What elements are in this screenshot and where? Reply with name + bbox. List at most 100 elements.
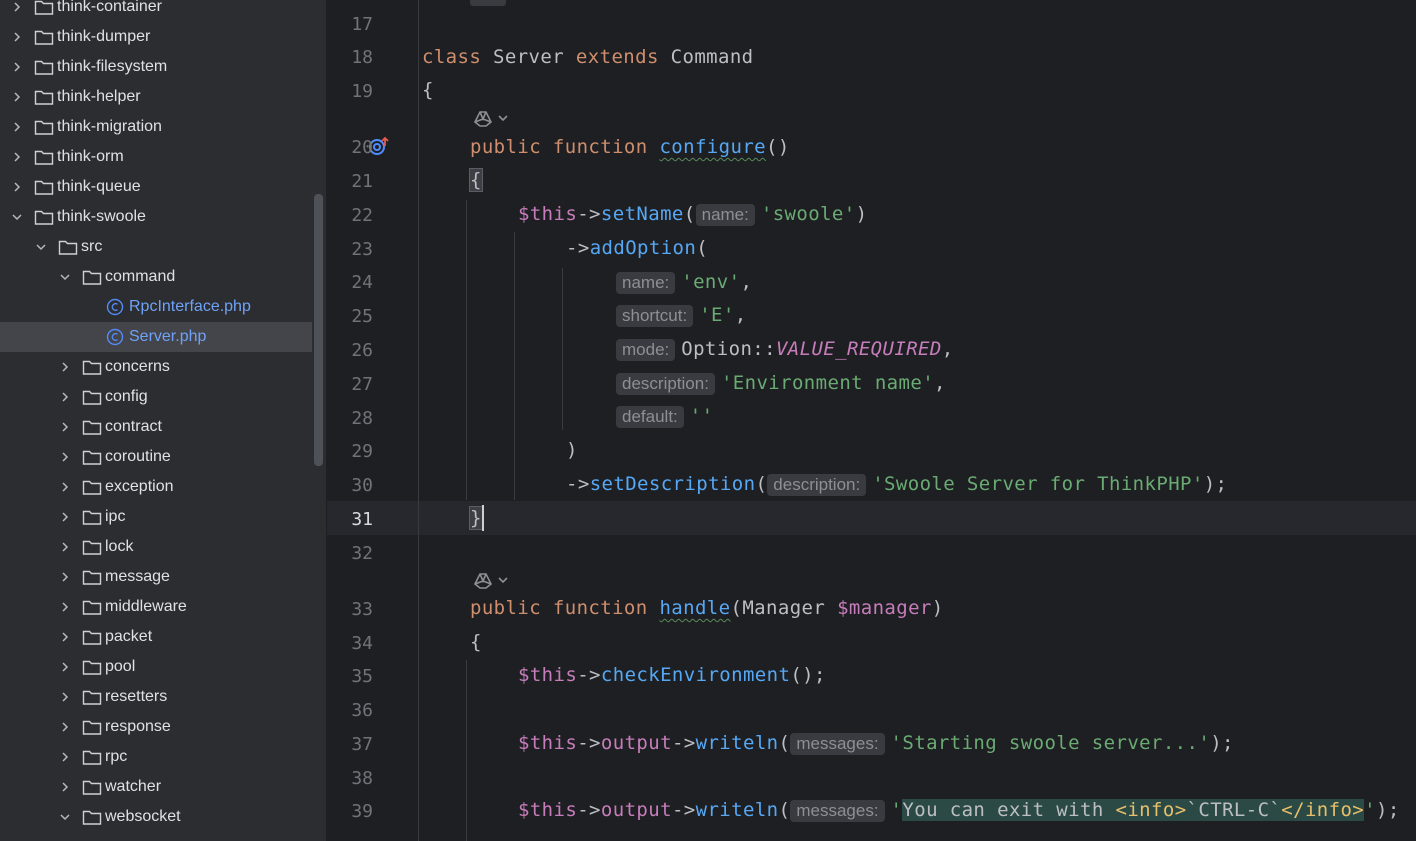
chevron-right-icon[interactable] bbox=[58, 570, 72, 584]
chevron-down-icon[interactable] bbox=[58, 810, 72, 824]
chevron-down-icon[interactable] bbox=[10, 210, 24, 224]
tree-item[interactable]: packet bbox=[0, 622, 312, 652]
sidebar-scrollbar[interactable] bbox=[314, 194, 323, 466]
chevron-right-icon[interactable] bbox=[58, 600, 72, 614]
tree-item-label: think-migration bbox=[57, 118, 162, 135]
tree-item[interactable]: response bbox=[0, 712, 312, 742]
code-line-21: { bbox=[469, 168, 483, 192]
chevron-right-icon[interactable] bbox=[10, 0, 24, 14]
type-name: Manager bbox=[742, 597, 838, 619]
tree-item[interactable]: exception bbox=[0, 472, 312, 502]
code-line-18: class Server extends Command bbox=[422, 46, 754, 68]
tree-item-label: think-dumper bbox=[57, 28, 151, 45]
chevron-right-icon[interactable] bbox=[58, 540, 72, 554]
tree-item[interactable]: RpcInterface.php bbox=[0, 292, 312, 322]
chevron-right-icon[interactable] bbox=[58, 480, 72, 494]
folder-icon bbox=[82, 628, 102, 646]
punct: -> bbox=[566, 237, 590, 259]
tree-item[interactable]: coroutine bbox=[0, 442, 312, 472]
tree-item[interactable]: concerns bbox=[0, 352, 312, 382]
line-number: 35 bbox=[351, 666, 373, 687]
method-name[interactable]: handle bbox=[659, 597, 730, 619]
tree-item[interactable]: contract bbox=[0, 412, 312, 442]
method-call[interactable]: setName bbox=[601, 203, 684, 225]
chevron-right-icon[interactable] bbox=[10, 60, 24, 74]
string: 'Environment name' bbox=[720, 372, 935, 394]
chevron-right-icon[interactable] bbox=[58, 780, 72, 794]
punct: ) bbox=[931, 597, 944, 619]
punct: ( bbox=[683, 203, 696, 225]
tree-item[interactable]: watcher bbox=[0, 772, 312, 802]
punct: ( bbox=[778, 732, 791, 754]
tree-item[interactable]: message bbox=[0, 562, 312, 592]
chevron-right-icon[interactable] bbox=[58, 390, 72, 404]
tree-item[interactable]: middleware bbox=[0, 592, 312, 622]
tree-item-label: think-filesystem bbox=[57, 58, 168, 75]
chevron-right-icon[interactable] bbox=[58, 750, 72, 764]
indent-guide bbox=[466, 200, 467, 500]
chevron-right-icon[interactable] bbox=[58, 360, 72, 374]
tree-item[interactable]: rpc bbox=[0, 742, 312, 772]
tree-item[interactable]: think-queue bbox=[0, 172, 312, 202]
line-number: 22 bbox=[351, 205, 373, 226]
method-call[interactable]: checkEnvironment bbox=[601, 664, 790, 686]
method-name[interactable]: configure bbox=[659, 136, 766, 158]
chevron-right-icon[interactable] bbox=[58, 720, 72, 734]
method-call[interactable]: addOption bbox=[590, 237, 697, 259]
code-line-37: $this->output->writeln(messages: 'Startin… bbox=[518, 732, 1234, 755]
ai-assistant-icon bbox=[473, 573, 493, 589]
code-line-25: shortcut: 'E', bbox=[616, 304, 747, 327]
chevron-down-icon[interactable] bbox=[58, 270, 72, 284]
tree-item[interactable]: lock bbox=[0, 532, 312, 562]
folder-icon bbox=[34, 0, 54, 16]
tree-item[interactable]: config bbox=[0, 382, 312, 412]
tree-item[interactable]: think-container bbox=[0, 0, 312, 22]
tree-item[interactable]: think-helper bbox=[0, 82, 312, 112]
tree-item[interactable]: Server.php bbox=[0, 322, 312, 352]
chevron-right-icon[interactable] bbox=[58, 630, 72, 644]
chevron-right-icon[interactable] bbox=[10, 180, 24, 194]
tree-item[interactable]: think-migration bbox=[0, 112, 312, 142]
property: output bbox=[600, 732, 672, 754]
code-line-31[interactable]: } bbox=[469, 506, 483, 530]
chevron-right-icon[interactable] bbox=[10, 120, 24, 134]
tree-item[interactable]: src bbox=[0, 232, 312, 262]
code-line-23: ->addOption( bbox=[566, 237, 708, 259]
method-call[interactable]: writeln bbox=[696, 799, 779, 821]
folder-icon bbox=[34, 148, 54, 166]
tree-item[interactable]: think-filesystem bbox=[0, 52, 312, 82]
chevron-right-icon[interactable] bbox=[10, 150, 24, 164]
chevron-down-icon[interactable] bbox=[34, 240, 48, 254]
string-part: You can exit with bbox=[902, 799, 1116, 821]
method-call[interactable]: setDescription bbox=[590, 473, 756, 495]
string: 'E' bbox=[699, 304, 735, 326]
code-line-33: public function handle(Manager $manager) bbox=[470, 597, 944, 619]
chevron-right-icon[interactable] bbox=[58, 510, 72, 524]
chevron-right-icon[interactable] bbox=[58, 450, 72, 464]
chevron-right-icon[interactable] bbox=[58, 420, 72, 434]
chevron-right-icon[interactable] bbox=[10, 30, 24, 44]
tree-item[interactable]: websocket bbox=[0, 802, 312, 832]
tree-item[interactable]: command bbox=[0, 262, 312, 292]
folder-icon bbox=[82, 478, 102, 496]
tree-item[interactable]: resetters bbox=[0, 682, 312, 712]
tree-item[interactable]: pool bbox=[0, 652, 312, 682]
string: 'env' bbox=[681, 271, 741, 293]
ai-assistant-hint[interactable] bbox=[472, 570, 509, 590]
line-number: 21 bbox=[351, 171, 373, 192]
tree-item-label: think-container bbox=[57, 0, 162, 15]
punct: , bbox=[941, 338, 954, 360]
tree-item[interactable]: think-orm bbox=[0, 142, 312, 172]
tree-item[interactable]: think-swoole bbox=[0, 202, 312, 232]
tree-item[interactable]: ipc bbox=[0, 502, 312, 532]
chevron-right-icon[interactable] bbox=[58, 660, 72, 674]
class-name: Command bbox=[658, 46, 754, 68]
method-call[interactable]: writeln bbox=[696, 732, 779, 754]
chevron-right-icon[interactable] bbox=[10, 90, 24, 104]
tree-item[interactable]: think-dumper bbox=[0, 22, 312, 52]
ai-assistant-hint[interactable] bbox=[472, 108, 509, 128]
line-number: 29 bbox=[351, 441, 373, 462]
punct: , bbox=[934, 372, 946, 394]
chevron-right-icon[interactable] bbox=[58, 690, 72, 704]
tree-item-label: websocket bbox=[105, 808, 181, 825]
